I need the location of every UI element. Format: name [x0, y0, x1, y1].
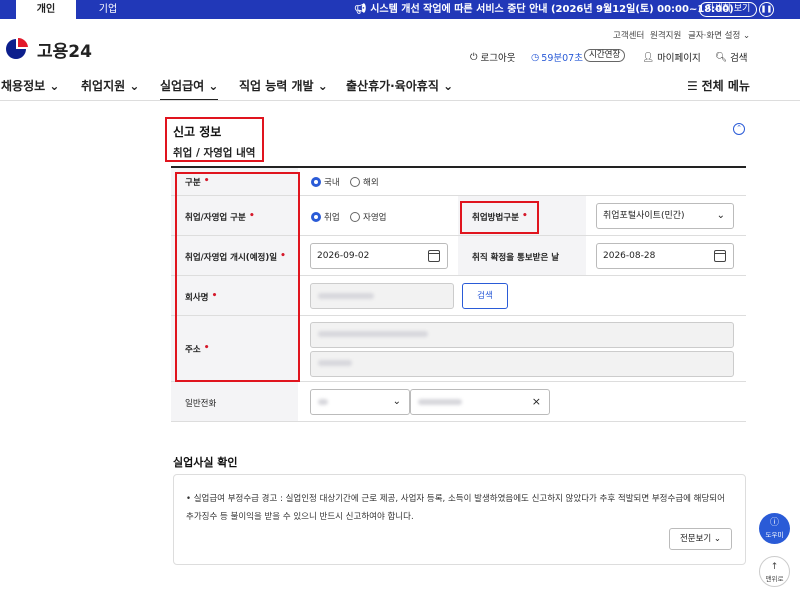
helper-label: 도우미 — [765, 531, 784, 539]
redacted-text — [418, 399, 462, 405]
gnb-item-parental-leave[interactable]: 출산휴가·육아휴직 ⌄ — [346, 77, 453, 94]
logout-label: 로그아웃 — [480, 53, 516, 64]
chevron-down-icon: ⌄ — [743, 31, 751, 41]
util-customer-center[interactable]: 고객센터 — [613, 29, 644, 41]
util-display-settings-label: 글자·화면 설정 — [688, 31, 741, 41]
calendar-icon[interactable] — [714, 250, 726, 262]
radio-label: 국내 — [324, 178, 340, 188]
phone-label: 일반전화 — [185, 399, 217, 409]
mypage-link[interactable]: 👤︎ 마이페이지 — [642, 50, 701, 65]
gnb-item-skills-development[interactable]: 직업 능력 개발 ⌄ — [239, 77, 328, 94]
radio-self-employed[interactable]: 자영업 — [350, 211, 386, 223]
search-link[interactable]: 🔍︎ 검색 — [715, 50, 748, 65]
logout-link[interactable]: ⏻ 로그아웃 — [470, 50, 516, 65]
tab-business[interactable]: 기업 — [78, 0, 138, 19]
chevron-down-icon: ⌄ — [392, 396, 401, 407]
detail-button[interactable]: 자세히 보기 — [699, 2, 758, 17]
notified-date-label: 취직 확정을 통보받은 날 — [472, 253, 560, 263]
timer-value: 59분07초 — [541, 53, 583, 64]
full-view-label: 전문보기 — [679, 534, 712, 544]
method-select[interactable]: 취업포털사이트(민간) ⌄ — [596, 203, 734, 229]
gnb-item-label: 실업급여 — [160, 79, 205, 93]
scroll-top-label: 맨위로 — [765, 575, 784, 583]
helper-button[interactable]: ⓘ 도우미 — [759, 513, 790, 544]
radio-employment[interactable]: 취업 — [311, 211, 340, 223]
redacted-text — [318, 331, 428, 337]
gnb-item-label: 취업지원 — [81, 79, 126, 93]
gnb-item-unemployment-benefit[interactable]: 실업급여 ⌄ — [160, 77, 219, 101]
notified-date-input[interactable]: 2026-08-28 — [596, 243, 734, 269]
clock-icon: ◷ — [531, 51, 540, 63]
session-timer: ◷ 59분07초 — [531, 50, 583, 65]
radio-button — [350, 212, 360, 222]
company-search-button[interactable]: 검색 — [462, 283, 508, 309]
question-icon: ⓘ — [769, 518, 779, 528]
radio-overseas[interactable]: 해외 — [350, 176, 379, 188]
scroll-top-button[interactable]: ↑ 맨위로 — [759, 556, 790, 587]
radio-label: 해외 — [363, 178, 379, 188]
chevron-down-icon: ⌄ — [49, 79, 60, 93]
power-icon: ⏻ — [470, 51, 478, 63]
chevron-down-icon: ⌄ — [208, 79, 219, 93]
radio-button-checked — [311, 177, 321, 187]
chevron-down-icon: ⌄ — [129, 79, 140, 93]
all-menu-label: 전체 메뉴 — [701, 79, 750, 93]
chevron-down-icon: ⌄ — [713, 534, 722, 544]
clear-icon[interactable]: × — [532, 390, 541, 414]
full-view-button[interactable]: 전문보기 ⌄ — [669, 528, 732, 550]
gnb-item-label: 직업 능력 개발 — [239, 79, 314, 93]
all-menu-button[interactable]: ☰ 전체 메뉴 — [687, 77, 750, 94]
gnb-divider — [0, 100, 800, 101]
mypage-label: 마이페이지 — [657, 53, 701, 64]
section-subtitle: 취업 / 자영업 내역 — [173, 147, 256, 159]
confirm-text: • 실업급여 부정수급 경고 : 실업인정 대상기간에 근로 제공, 사업자 등… — [186, 494, 725, 522]
service-notice-text: 시스템 개선 작업에 따른 서비스 중단 안내 (2026년 9월12일(토) … — [370, 4, 734, 15]
util-display-settings[interactable]: 글자·화면 설정 ⌄ — [688, 29, 750, 41]
person-icon: 👤︎ — [642, 51, 655, 63]
search-label: 검색 — [730, 53, 748, 64]
search-icon: 🔍︎ — [715, 51, 728, 63]
radio-domestic[interactable]: 국내 — [311, 176, 340, 188]
highlight-box-labels — [175, 172, 300, 382]
chevron-down-icon: ⌄ — [317, 79, 328, 93]
start-date-input[interactable]: 2026-09-02 — [310, 243, 448, 269]
logo[interactable]: 고용24 — [4, 38, 92, 62]
chevron-down-icon: ⌄ — [716, 210, 725, 221]
method-select-value: 취업포털사이트(민간) — [603, 211, 685, 221]
confirm-title: 실업사실 확인 — [173, 456, 238, 469]
redacted-text — [318, 399, 328, 405]
gnb-item-label: 채용정보 — [1, 79, 46, 93]
radio-button-checked — [311, 212, 321, 222]
util-remote-support[interactable]: 원격지원 — [650, 29, 681, 41]
section-title: 신고 정보 — [173, 125, 222, 139]
calendar-icon[interactable] — [428, 250, 440, 262]
megaphone-icon: 📢︎ — [354, 4, 367, 15]
radio-button — [350, 177, 360, 187]
address-line2-input[interactable] — [310, 351, 734, 377]
hamburger-icon: ☰ — [687, 79, 698, 93]
highlight-box-method — [460, 201, 539, 234]
redacted-text — [318, 360, 352, 366]
pause-icon[interactable]: ❚❚ — [759, 2, 774, 17]
radio-label: 자영업 — [363, 213, 387, 223]
logo-text: 고용24 — [37, 41, 92, 62]
radio-label: 취업 — [324, 213, 340, 223]
notified-date-value: 2026-08-28 — [603, 251, 656, 261]
extend-button[interactable]: 시간연장 — [584, 49, 626, 62]
service-notice[interactable]: 📢︎ 시스템 개선 작업에 따른 서비스 중단 안내 (2026년 9월12일(… — [354, 0, 734, 19]
gnb-item-label: 출산휴가·육아휴직 — [346, 79, 439, 93]
gnb-item-employment-support[interactable]: 취업지원 ⌄ — [81, 77, 139, 94]
redacted-text — [318, 293, 374, 299]
gnb-item-jobs[interactable]: 채용정보 ⌄ — [1, 77, 59, 94]
logo-icon — [6, 38, 28, 59]
arrow-up-icon: ↑ — [770, 562, 779, 572]
tab-individual[interactable]: 개인 — [16, 0, 76, 19]
collapse-icon[interactable]: ⌃ — [733, 123, 745, 135]
chevron-down-icon: ⌄ — [443, 79, 454, 93]
start-date-value: 2026-09-02 — [317, 251, 370, 261]
